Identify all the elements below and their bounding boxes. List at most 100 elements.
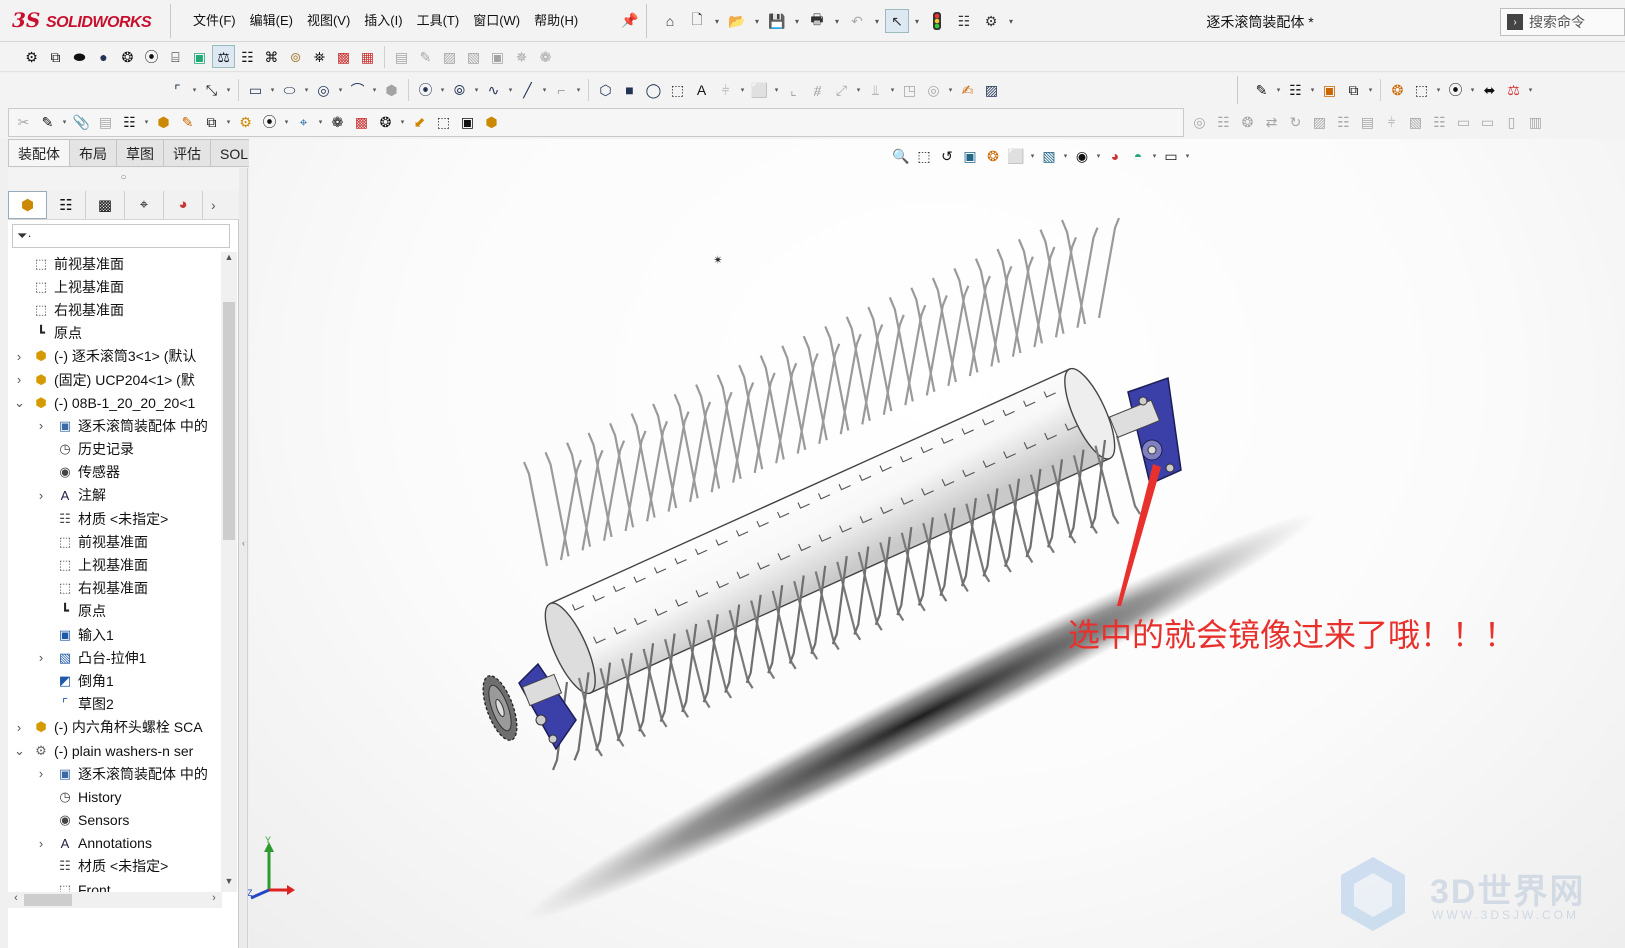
tree-node[interactable]: ⌄ ⚙ (-) plain washers-n ser xyxy=(8,739,224,762)
mirror-icon[interactable]: ⫩ xyxy=(714,78,737,101)
tree-node[interactable]: ◉ Sensors xyxy=(8,809,224,832)
mass-properties-icon[interactable]: ⚖ xyxy=(1502,78,1525,101)
assembly-icon[interactable]: ⬢ xyxy=(152,110,175,133)
instant2d-icon[interactable]: ▨ xyxy=(980,78,1003,101)
check-icon[interactable]: ▦ xyxy=(356,45,379,68)
select-dropdown-icon[interactable]: ▾ xyxy=(912,9,922,33)
circle-icon[interactable]: ◎ xyxy=(312,78,335,101)
expand-icon[interactable]: › xyxy=(14,372,24,387)
feature-tree-icon[interactable]: ⬢ xyxy=(8,190,47,219)
polygon-sketch-icon[interactable]: ⬡ xyxy=(594,78,617,101)
belt-chain-icon[interactable]: ⬋ xyxy=(408,110,431,133)
expand-icon[interactable]: › xyxy=(36,836,46,851)
display-relations-icon[interactable]: ⫫ xyxy=(864,78,887,101)
menu-item-0[interactable]: 文件(F) xyxy=(186,0,243,42)
disabled-tool-3-icon[interactable]: ▨ xyxy=(438,45,461,68)
select-icon[interactable]: ↖ xyxy=(885,9,909,33)
menu-item-5[interactable]: 窗口(W) xyxy=(466,0,527,42)
tab-1[interactable]: 布局 xyxy=(70,139,117,167)
undo-dropdown-icon[interactable]: ▾ xyxy=(872,9,882,33)
roller-assembly-model[interactable] xyxy=(249,139,1625,948)
tree-node[interactable]: › ⬢ (-) 逐禾滚筒3<1> (默认 xyxy=(8,345,224,368)
tree-filter-input[interactable]: ⏷· xyxy=(12,224,230,248)
print-dropdown-icon[interactable]: ▾ xyxy=(832,9,842,33)
hole-alignment-icon[interactable]: ⦿ xyxy=(1444,78,1467,101)
disabled-tool-13-icon[interactable]: ↻ xyxy=(1284,110,1307,133)
disabled-tool-14-icon[interactable]: ▨ xyxy=(1308,110,1331,133)
file-properties-icon[interactable]: ☷ xyxy=(952,9,976,33)
hide-show-items-icon[interactable]: ◉ xyxy=(1071,145,1093,167)
view-orientation-icon[interactable]: ⬜ xyxy=(1005,145,1027,167)
open-icon[interactable]: 📂 xyxy=(725,9,749,33)
tree-node[interactable]: ⌄ ⬢ (-) 08B-1_20_20_20<1 xyxy=(8,391,224,414)
edit-part-icon[interactable]: ✎ xyxy=(176,110,199,133)
dimxpert-icon[interactable]: ⌖ xyxy=(125,190,164,219)
zoom-to-area-icon[interactable]: ⬚ xyxy=(913,145,935,167)
smart-dimension-icon[interactable]: ⤡ xyxy=(200,78,223,101)
disabled-tool-19-icon[interactable]: ☷ xyxy=(1428,110,1451,133)
large-assembly-icon[interactable]: ▩ xyxy=(332,45,355,68)
insert-components-icon[interactable]: ⚙ xyxy=(20,45,43,68)
render-icon[interactable]: ⬢ xyxy=(480,110,503,133)
construction-icon[interactable]: ⬚ xyxy=(666,78,689,101)
speedpak-icon[interactable]: ⊚ xyxy=(284,45,307,68)
tree-node[interactable]: › ⬢ (固定) UCP204<1> (默 xyxy=(8,368,224,391)
explode-line-icon[interactable]: ▩ xyxy=(350,110,373,133)
move-with-triad-icon[interactable]: ⌖ xyxy=(292,110,315,133)
expand-icon[interactable]: › xyxy=(36,650,46,665)
previous-view-icon[interactable]: ↺ xyxy=(936,145,958,167)
insert-part-icon[interactable]: ⧉ xyxy=(200,110,223,133)
tree-node[interactable]: › ▧ 凸台-拉伸1 xyxy=(8,646,224,669)
tree-node[interactable]: ⬚ 前视基准面 xyxy=(8,530,224,553)
tree-node[interactable]: ⬚ 上视基准面 xyxy=(8,275,224,298)
menu-item-1[interactable]: 编辑(E) xyxy=(243,0,300,42)
options-icon[interactable]: ⚙ xyxy=(979,9,1003,33)
disabled-tool-15-icon[interactable]: ☷ xyxy=(1332,110,1355,133)
fasteners-icon[interactable]: ⦿ xyxy=(258,110,281,133)
expand-icon[interactable]: › xyxy=(14,720,24,735)
tree-node[interactable]: › A Annotations xyxy=(8,832,224,855)
options-dropdown-icon[interactable]: ▾ xyxy=(1006,9,1016,33)
point-icon[interactable]: ■ xyxy=(618,78,641,101)
tree-node[interactable]: ┗ 原点 xyxy=(8,322,224,345)
dynamic-annotation-icon[interactable]: ❂ xyxy=(982,145,1004,167)
camera-icon[interactable]: ▣ xyxy=(456,110,479,133)
search-commands-input[interactable]: › 搜索命令 xyxy=(1500,8,1625,36)
tree-node[interactable]: › A 注解 xyxy=(8,484,224,507)
tree-node[interactable]: › ▣ 逐禾滚筒装配体 中的 xyxy=(8,762,224,785)
disabled-tool-16-icon[interactable]: ▤ xyxy=(1356,110,1379,133)
slot-icon[interactable]: ⬭ xyxy=(278,78,301,101)
collision-detection-icon[interactable]: ❂ xyxy=(374,110,397,133)
layout-icon[interactable]: ☷ xyxy=(118,110,141,133)
rapid-sketch-icon[interactable]: ✍ xyxy=(956,78,979,101)
expand-icon[interactable]: › xyxy=(36,418,46,433)
display-style-icon[interactable]: ▧ xyxy=(1038,145,1060,167)
offset-icon[interactable]: ⦾ xyxy=(448,78,471,101)
disabled-tool-7-icon[interactable]: ❁ xyxy=(534,45,557,68)
move-component-icon[interactable]: ❂ xyxy=(116,45,139,68)
disabled-tool-20-icon[interactable]: ▭ xyxy=(1452,110,1475,133)
tab-3[interactable]: 评估 xyxy=(164,139,211,167)
fillet-sketch-icon[interactable]: ⌐ xyxy=(550,78,573,101)
trim-icon[interactable]: ⦿ xyxy=(414,78,437,101)
tree-horizontal-scrollbar[interactable]: ‹ › xyxy=(8,892,222,908)
menu-item-2[interactable]: 视图(V) xyxy=(300,0,357,42)
apply-scene-icon[interactable]: ◓ xyxy=(1127,145,1149,167)
section-view-icon[interactable]: ▣ xyxy=(959,145,981,167)
disabled-tool-22-icon[interactable]: ▯ xyxy=(1500,110,1523,133)
show-hidden-icon[interactable]: ⦿ xyxy=(140,45,163,68)
pattern-icon[interactable]: ☷ xyxy=(1284,78,1307,101)
tree-node[interactable]: ⬚ 上视基准面 xyxy=(8,553,224,576)
disabled-tool-4-icon[interactable]: ▧ xyxy=(462,45,485,68)
expand-icon[interactable]: › xyxy=(14,349,24,364)
relations-icon[interactable]: ⌞ xyxy=(782,78,805,101)
clearance-icon[interactable]: ⬚ xyxy=(1410,78,1433,101)
tree-node[interactable]: ⬚ 前视基准面 xyxy=(8,252,224,275)
replace-component-icon[interactable]: ▣ xyxy=(1318,78,1341,101)
collapse-icon[interactable]: ⌄ xyxy=(14,743,25,759)
assembly-features-icon[interactable]: ⌸ xyxy=(164,45,187,68)
physical-dynamics-icon[interactable]: ❁ xyxy=(326,110,349,133)
line-icon[interactable]: ▭ xyxy=(244,78,267,101)
view-settings-icon[interactable]: ▭ xyxy=(1160,145,1182,167)
panel-chevron-right-icon[interactable]: › xyxy=(211,197,227,213)
